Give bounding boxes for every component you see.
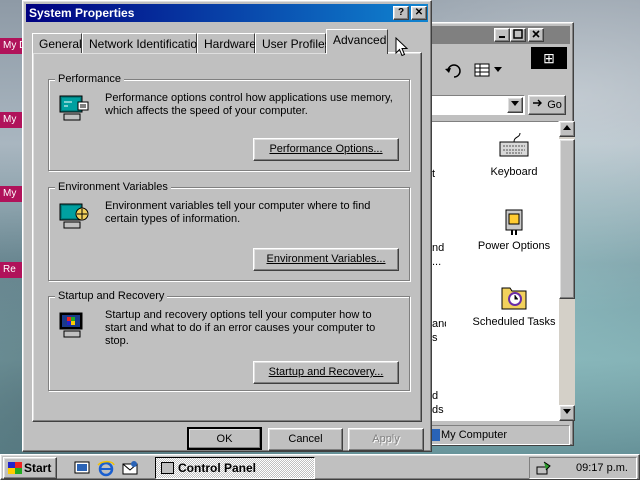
ok-button[interactable]: OK — [187, 427, 262, 450]
views-icon[interactable] — [474, 63, 492, 79]
minimize-icon — [499, 36, 505, 38]
system-tray: 09:17 p.m. — [529, 457, 637, 479]
minimize-button[interactable] — [494, 28, 510, 42]
scheduled-tasks-item[interactable]: Scheduled Tasks — [472, 282, 556, 329]
control-panel-titlebar[interactable] — [428, 26, 570, 44]
partial-label: nd — [432, 242, 445, 254]
desktop-icon-label[interactable]: My — [0, 112, 24, 128]
taskbar: Start Control Panel 09:17 p.m. — [0, 454, 640, 480]
dialog-titlebar[interactable]: System Properties ? ✕ — [26, 4, 428, 22]
partial-label: t — [432, 168, 436, 180]
address-dropdown-button[interactable] — [507, 97, 523, 113]
status-bar: My Computer — [428, 425, 570, 445]
group-title: Startup and Recovery — [55, 289, 168, 303]
power-options-item[interactable]: Power Options — [472, 206, 556, 253]
scheduled-tasks-icon — [501, 287, 527, 310]
startup-recovery-group: Startup and Recovery Startup and recover… — [48, 289, 410, 391]
performance-icon — [59, 95, 89, 121]
vertical-scrollbar[interactable] — [559, 121, 575, 421]
scrollbar-thumb[interactable] — [559, 139, 575, 299]
help-button[interactable]: ? — [393, 6, 409, 20]
tab-hardware[interactable]: Hardware — [197, 33, 256, 53]
scheduled-tasks-label: Scheduled Tasks — [472, 316, 556, 328]
environment-variables-button[interactable]: Environment Variables... — [253, 248, 399, 271]
close-button[interactable] — [528, 28, 544, 42]
control-panel-content[interactable]: t nd ... and s d ds Keyboard Power Optio… — [431, 121, 559, 421]
outlook-express-icon[interactable] — [121, 459, 139, 477]
cancel-label: Cancel — [288, 433, 323, 445]
go-label: Go — [547, 99, 562, 111]
chevron-down-icon — [563, 409, 571, 414]
partial-label: and — [432, 318, 446, 330]
chevron-down-icon[interactable] — [494, 67, 502, 73]
startup-recovery-button[interactable]: Startup and Recovery... — [253, 361, 399, 384]
tab-network-identification[interactable]: Network Identification — [82, 33, 204, 53]
button-label: Performance Options... — [269, 143, 383, 155]
tab-user-profiles[interactable]: User Profiles — [255, 33, 331, 53]
cancel-button[interactable]: Cancel — [268, 428, 343, 451]
task-label: Control Panel — [178, 461, 257, 475]
close-icon: ✕ — [414, 7, 424, 18]
clock[interactable]: 09:17 p.m. — [576, 458, 628, 478]
apply-button[interactable]: Apply — [348, 428, 424, 451]
performance-options-button[interactable]: Performance Options... — [253, 138, 399, 161]
maximize-icon — [513, 29, 523, 39]
go-button[interactable]: Go — [528, 95, 566, 115]
taskbar-control-panel-button[interactable]: Control Panel — [155, 457, 315, 479]
power-options-label: Power Options — [477, 240, 551, 252]
close-icon — [532, 30, 540, 38]
scroll-down-button[interactable] — [559, 405, 575, 421]
partial-label: ... — [432, 256, 442, 268]
maximize-button[interactable] — [510, 28, 526, 42]
undo-icon[interactable] — [444, 63, 464, 79]
environment-variables-icon — [59, 203, 89, 229]
performance-group: Performance Performance options control … — [48, 72, 410, 171]
partial-label: d — [432, 390, 439, 402]
apply-label: Apply — [372, 433, 400, 445]
status-label: My Computer — [441, 429, 508, 441]
dialog-title: System Properties — [29, 6, 135, 20]
system-properties-dialog[interactable]: System Properties ? ✕ Performance Perfor… — [22, 0, 432, 452]
group-description: Environment variables tell your computer… — [105, 200, 371, 225]
keyboard-icon — [499, 132, 529, 157]
keyboard-label: Keyboard — [490, 166, 538, 178]
internet-explorer-icon[interactable] — [97, 459, 115, 477]
start-button[interactable]: Start — [3, 457, 57, 479]
group-description: Startup and recovery options tell your c… — [105, 309, 376, 347]
power-options-icon — [505, 209, 523, 235]
partial-label: ds — [432, 404, 444, 416]
tab-general[interactable]: General — [32, 33, 82, 53]
desktop-icon-label[interactable]: My — [0, 186, 24, 202]
partial-label: s — [432, 332, 438, 344]
desktop-icon-label[interactable]: Re — [0, 262, 24, 278]
tab-panel-advanced: Performance Performance options control … — [32, 52, 422, 422]
group-description: Performance options control how applicat… — [105, 92, 393, 117]
windows-logo-icon: ⊞ — [531, 47, 567, 69]
button-label: Environment Variables... — [266, 253, 386, 265]
control-panel-icon — [161, 462, 174, 474]
environment-variables-group: Environment Variables Environment variab… — [48, 180, 410, 281]
windows-flag-icon — [8, 462, 22, 474]
scroll-up-button[interactable] — [559, 121, 575, 137]
network-tray-icon[interactable] — [536, 461, 552, 475]
mouse-cursor-icon — [395, 37, 409, 57]
ok-label: OK — [216, 433, 233, 445]
start-label: Start — [24, 461, 52, 475]
tab-advanced[interactable]: Advanced — [326, 29, 388, 54]
button-label: Startup and Recovery... — [268, 366, 384, 378]
startup-recovery-icon — [59, 312, 83, 338]
chevron-down-icon — [511, 101, 519, 106]
group-title: Environment Variables — [55, 180, 171, 194]
chevron-up-icon — [563, 125, 571, 130]
address-bar[interactable] — [431, 95, 525, 115]
group-title: Performance — [55, 72, 124, 86]
show-desktop-icon[interactable] — [73, 459, 91, 477]
go-arrow-icon — [533, 99, 543, 107]
help-icon: ? — [397, 7, 405, 18]
close-button[interactable]: ✕ — [411, 6, 427, 20]
keyboard-item[interactable]: Keyboard — [472, 132, 556, 179]
control-panel-window[interactable]: ⊞ Go t nd ... and s d ds Keyboard — [424, 22, 575, 446]
desktop-icon-label[interactable]: My D — [0, 38, 24, 54]
